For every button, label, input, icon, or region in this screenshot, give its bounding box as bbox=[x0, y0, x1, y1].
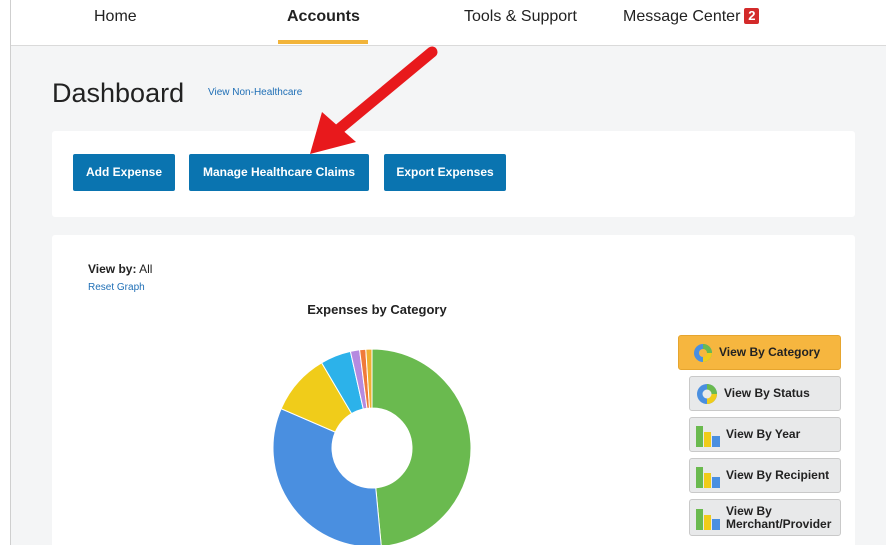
active-tab-indicator bbox=[278, 40, 368, 44]
app-frame: Home Accounts Tools & Support Message Ce… bbox=[10, 0, 886, 545]
view-by-value: All bbox=[139, 262, 153, 276]
bar-chart-icon bbox=[696, 425, 720, 447]
view-by-category-label: View By Category bbox=[719, 345, 821, 359]
bar-chart-icon bbox=[696, 508, 720, 530]
chart-card: View by: All Reset Graph Expenses by Cat… bbox=[52, 235, 855, 545]
nav-home[interactable]: Home bbox=[94, 8, 137, 26]
donut-slice[interactable] bbox=[371, 348, 472, 545]
chart-title: Expenses by Category bbox=[307, 302, 447, 317]
view-non-healthcare-link[interactable]: View Non-Healthcare bbox=[208, 87, 302, 98]
reset-graph-link[interactable]: Reset Graph bbox=[88, 282, 145, 293]
donut-icon bbox=[697, 383, 717, 404]
view-by-recipient-label: View By Recipient bbox=[726, 468, 830, 482]
export-expenses-button[interactable]: Export Expenses bbox=[384, 154, 506, 191]
message-count-badge: 2 bbox=[744, 8, 760, 24]
donut-icon bbox=[685, 340, 713, 365]
top-navigation: Home Accounts Tools & Support Message Ce… bbox=[11, 0, 886, 46]
bar-chart-icon bbox=[696, 466, 720, 488]
view-by-status-label: View By Status bbox=[724, 386, 810, 400]
view-by-label: View by: bbox=[88, 262, 137, 276]
view-by-year-label: View By Year bbox=[726, 427, 801, 441]
page-title: Dashboard bbox=[52, 78, 185, 108]
nav-tools-support[interactable]: Tools & Support bbox=[464, 8, 577, 26]
view-by-recipient-button[interactable]: View By Recipient bbox=[689, 458, 841, 493]
view-by-merchant-provider-label: View By Merchant/Provider bbox=[726, 503, 832, 531]
add-expense-button[interactable]: Add Expense bbox=[73, 154, 175, 191]
expenses-donut-chart[interactable] bbox=[262, 338, 482, 545]
view-by-filter: View by: All bbox=[88, 262, 152, 276]
nav-accounts[interactable]: Accounts bbox=[287, 8, 360, 26]
view-by-status-button[interactable]: View By Status bbox=[689, 376, 841, 411]
actions-card: Add Expense Manage Healthcare Claims Exp… bbox=[52, 131, 855, 217]
view-by-year-button[interactable]: View By Year bbox=[689, 417, 841, 452]
nav-message-center[interactable]: Message Center 2 bbox=[623, 8, 760, 26]
view-by-category-button[interactable]: View By Category bbox=[678, 335, 841, 370]
manage-healthcare-claims-button[interactable]: Manage Healthcare Claims bbox=[189, 154, 369, 191]
view-by-merchant-provider-button[interactable]: View By Merchant/Provider bbox=[689, 499, 841, 536]
nav-message-center-label: Message Center bbox=[623, 8, 741, 25]
